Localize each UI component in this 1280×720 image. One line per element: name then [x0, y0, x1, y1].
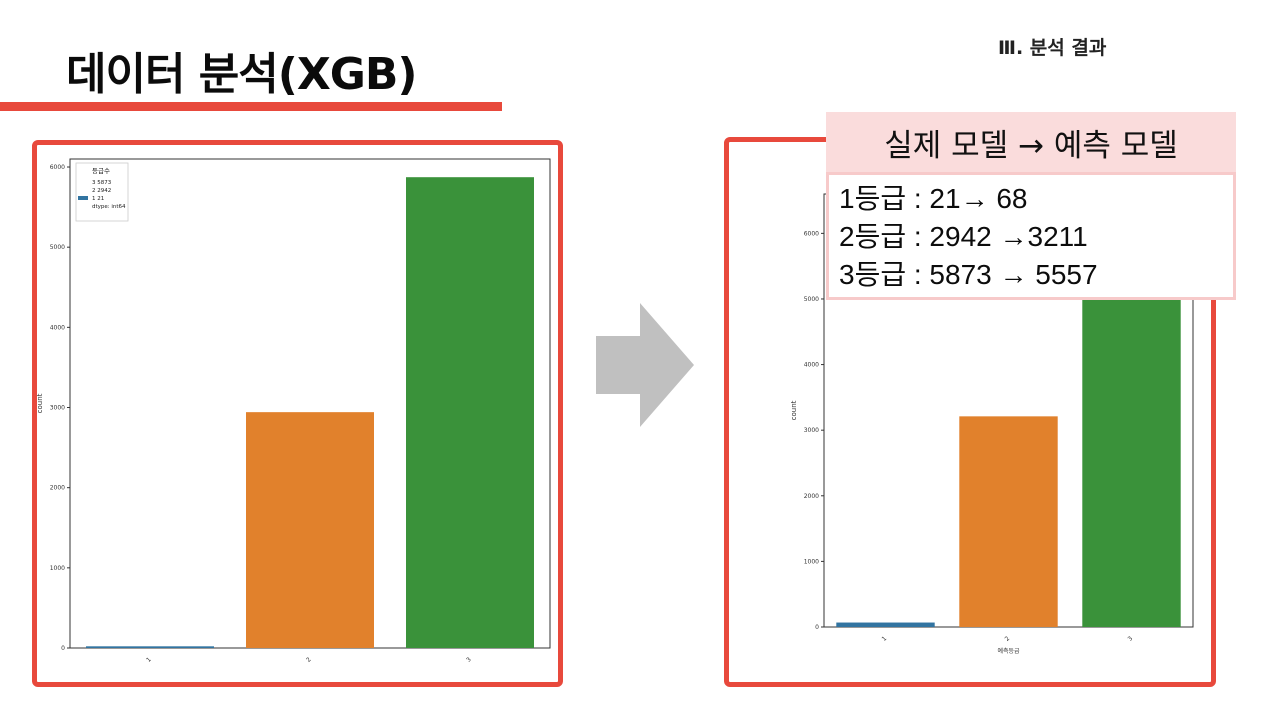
actual-ytick-label: 5000: [50, 244, 65, 251]
actual-legend-swatch: [78, 196, 88, 200]
predicted-ylabel: count: [790, 400, 798, 420]
predicted-xlabel: 예측등급: [997, 647, 1020, 655]
predicted-ytick-label: 3000: [804, 427, 819, 434]
comparison-line-grade-2: 2등급 : 2942 →3211: [839, 221, 1088, 252]
predicted-bar-1: [836, 622, 935, 627]
actual-legend-entry: 1 21: [92, 196, 104, 202]
actual-legend-entry: 2 2942: [92, 188, 111, 194]
comparison-box: 1등급 : 21→ 68 2등급 : 2942 →3211 3등급 : 5873…: [826, 172, 1236, 300]
actual-legend-title: 등급수: [92, 167, 110, 175]
predicted-xtick-label: 1: [881, 635, 889, 643]
predicted-ytick-label: 4000: [804, 362, 819, 369]
actual-ytick-label: 3000: [50, 405, 65, 412]
actual-ytick-label: 2000: [50, 485, 65, 492]
actual-chart-frame: 0 1000 2000 3000 4000 5000 6000 1 2 3 count 등급수 3 58…: [32, 140, 563, 687]
predicted-bar-3: [1082, 262, 1181, 627]
actual-bar-2: [246, 412, 374, 648]
predicted-xtick-label: 3: [1127, 635, 1135, 643]
actual-ytick-label: 1000: [50, 565, 65, 572]
predicted-ytick-label: 1000: [804, 558, 819, 565]
actual-legend-entry: 3 5873: [92, 180, 112, 186]
title-underline: [0, 102, 502, 111]
comparison-line-grade-3: 3등급 : 5873 → 5557: [839, 259, 1098, 290]
page-title: 데이터 분석(XGB): [66, 49, 418, 100]
actual-count-chart: 0 1000 2000 3000 4000 5000 6000 1 2 3 count 등급수 3 58…: [36, 158, 551, 664]
actual-ytick-label: 6000: [50, 164, 65, 171]
predicted-ytick-label: 2000: [804, 493, 819, 500]
predicted-xtick-label: 2: [1004, 635, 1012, 643]
actual-xtick-label: 3: [465, 656, 473, 664]
section-label: Ⅲ. 분석 결과: [998, 37, 1107, 59]
actual-ytick-label: 4000: [50, 324, 65, 331]
actual-ylabel: count: [37, 393, 44, 413]
predicted-ytick-label: 5000: [804, 296, 819, 303]
predicted-bar-2: [959, 416, 1058, 627]
actual-legend-entry: dtype: int64: [92, 204, 126, 210]
comparison-header: 실제 모델 → 예측 모델: [826, 112, 1236, 172]
actual-bar-1: [86, 646, 214, 648]
predicted-ytick-label: 0: [815, 624, 819, 631]
actual-bar-3: [406, 177, 534, 648]
actual-xtick-label: 2: [305, 656, 313, 664]
comparison-line-grade-1: 1등급 : 21→ 68: [839, 183, 1028, 214]
right-arrow-icon: [596, 303, 694, 427]
actual-ytick-label: 0: [61, 645, 65, 652]
predicted-ytick-label: 6000: [804, 230, 819, 237]
actual-xtick-label: 1: [145, 656, 153, 664]
